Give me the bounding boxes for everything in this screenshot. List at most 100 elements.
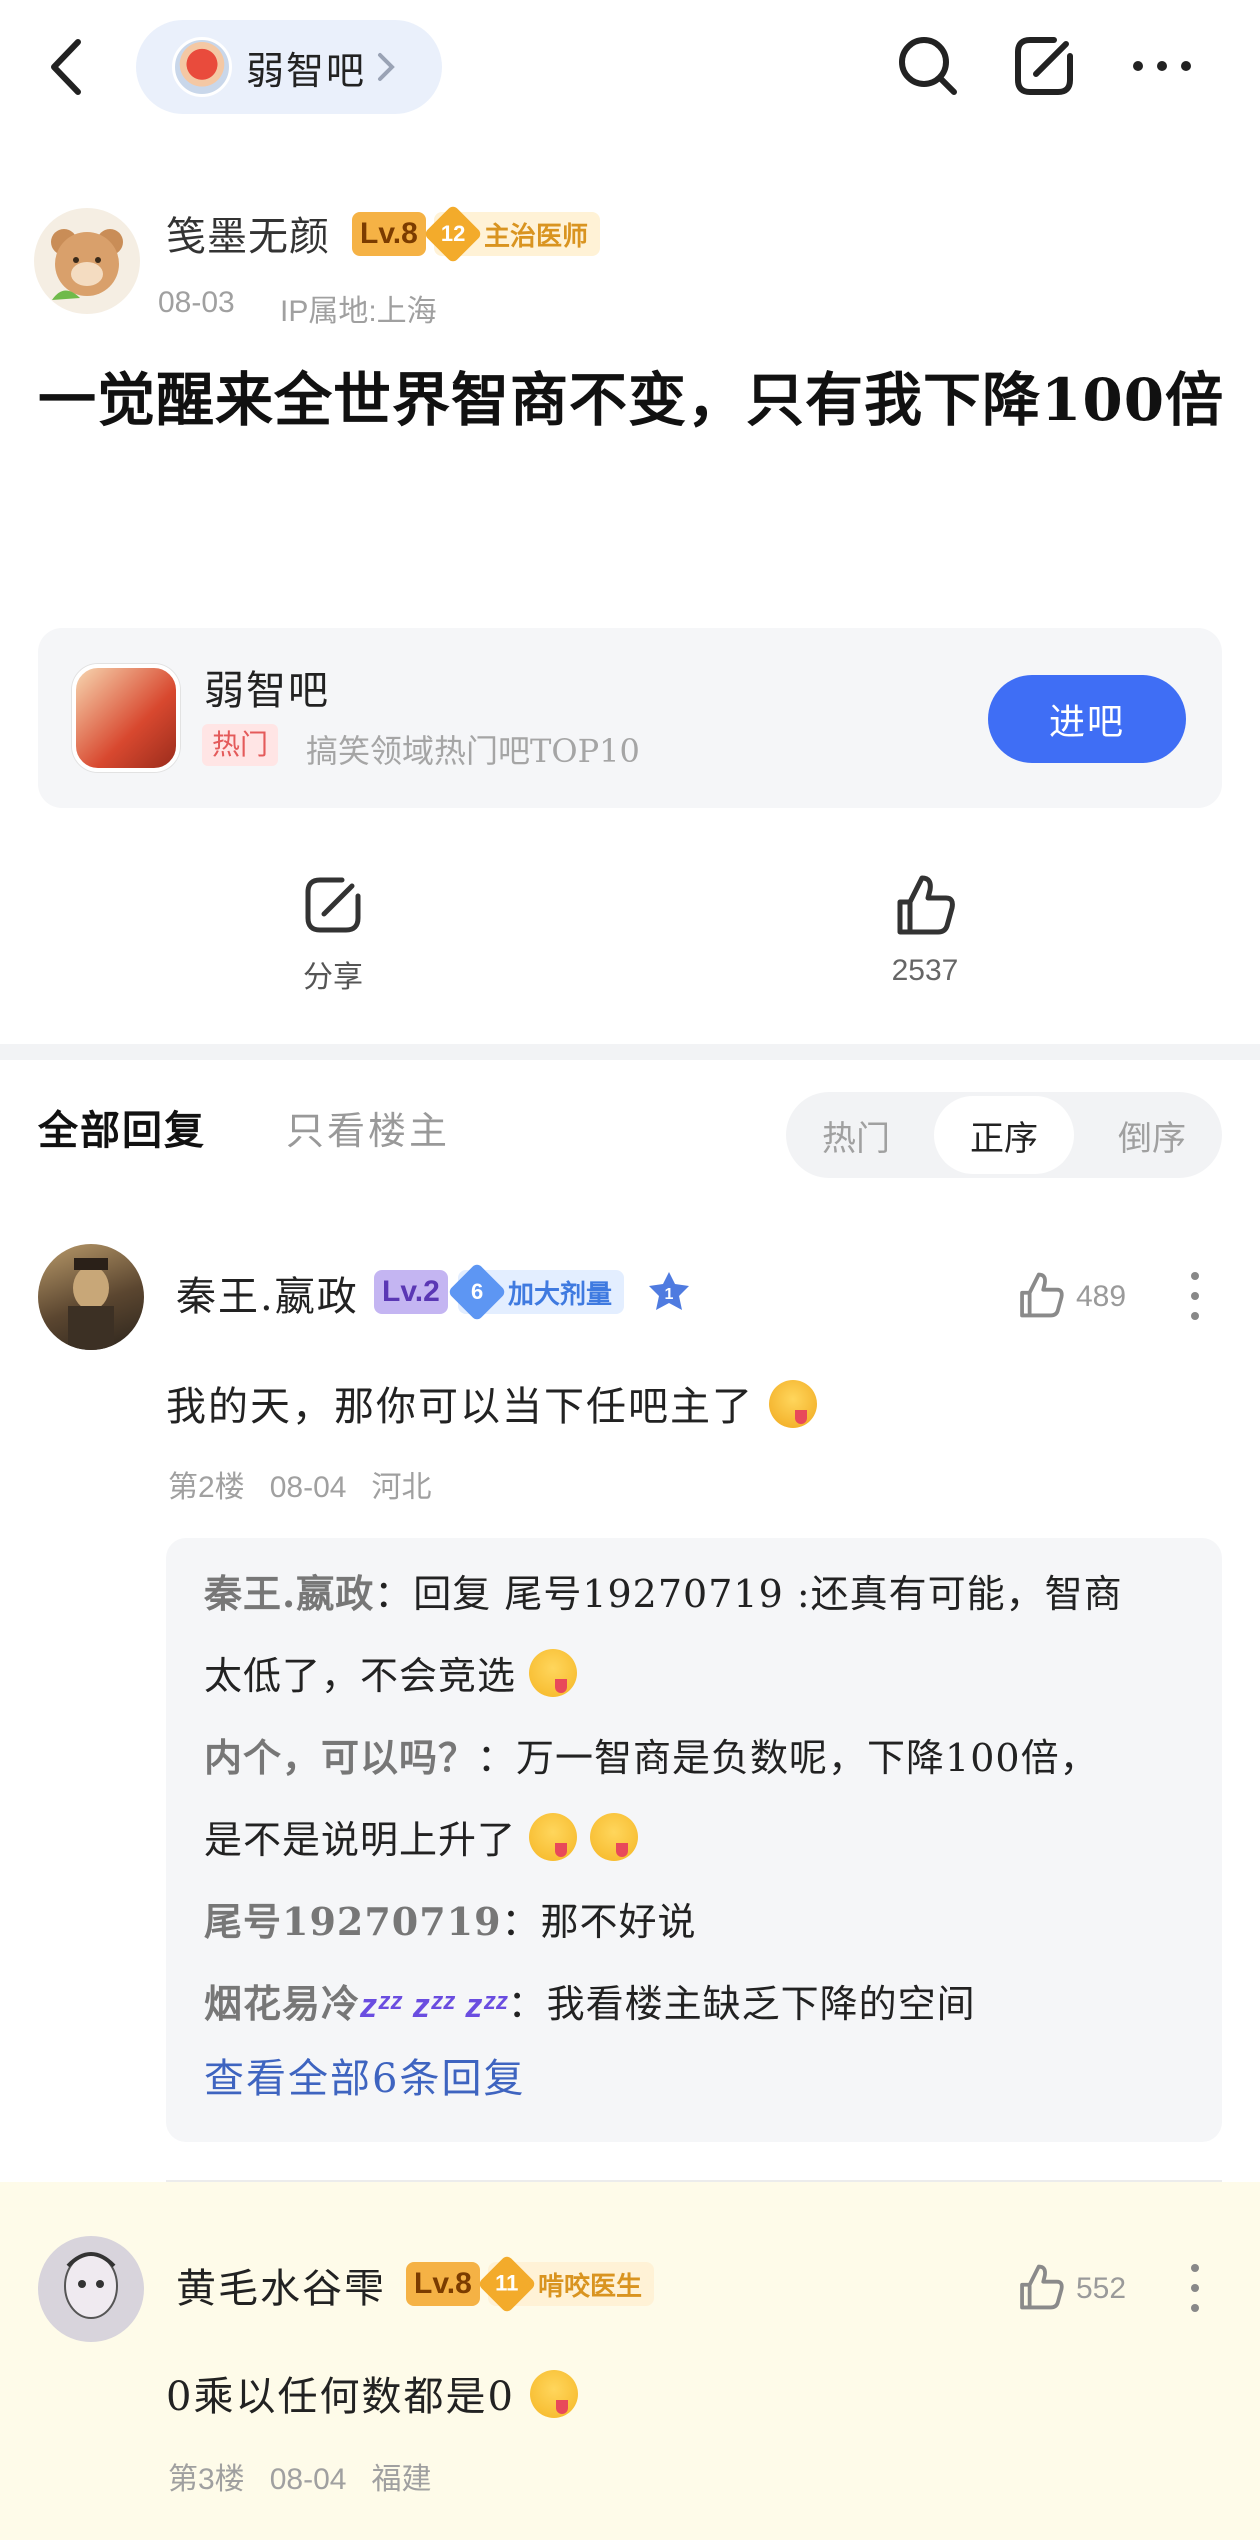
sub-reply-text: 万一智商是负数呢，下降100倍， [516, 1736, 1099, 1780]
sub-reply: 烟花易冷zᶻᶻ zᶻᶻ zᶻᶻ：我看楼主缺乏下降的空间 [204, 1974, 976, 2036]
post-like-count: 2537 [891, 954, 959, 987]
sub-reply-user[interactable]: 尾号19270719 [204, 1899, 502, 1944]
tab-all-replies[interactable]: 全部回复 [38, 1098, 206, 1156]
reply-location: 福建 [371, 2463, 432, 2496]
reply-avatar[interactable] [38, 2236, 144, 2342]
share-label: 分享 [303, 960, 363, 995]
post-ip: IP属地:上海 [280, 295, 437, 328]
sort-hot[interactable]: 热门 [786, 1092, 926, 1178]
reply-avatar[interactable] [38, 1244, 144, 1350]
enter-forum-button[interactable]: 进吧 [988, 675, 1186, 763]
hot-tag: 热门 [202, 724, 279, 766]
sub-reply-text: 是不是说明上升了 [204, 1818, 517, 1862]
thumbs-up-icon [1020, 2264, 1064, 2310]
author-title-badge: 12 主治医师 [423, 204, 601, 264]
forum-avatar-small [172, 37, 232, 97]
reply-more-button[interactable] [1180, 1268, 1210, 1324]
reply-title-text: 加大剂量 [508, 1279, 613, 1310]
reply-meta: 第2楼 08-04 河北 [168, 1462, 431, 1506]
reply-date: 08-04 [269, 1471, 347, 1504]
share-button[interactable]: 分享 [268, 872, 398, 1002]
sub-reply: 尾号19270719：那不好说 [204, 1892, 697, 1952]
reply-text-content: 0乘以任何数都是0 [166, 2374, 515, 2420]
sub-reply-cont: 是不是说明上升了 [204, 1810, 639, 1870]
sleep-zzz-icon: zᶻᶻ zᶻᶻ zᶻᶻ [360, 1987, 508, 2025]
reply-like-count: 489 [1076, 1280, 1127, 1313]
view-all-replies-link[interactable]: 查看全部6条回复 [204, 2046, 525, 2104]
reply-like-button[interactable]: 489 [1016, 1268, 1136, 1324]
search-button[interactable] [892, 30, 964, 102]
sub-reply-text: 回复 尾号19270719 :还真有可能，智商 [413, 1572, 1123, 1616]
kebab-icon [1191, 1272, 1199, 1320]
forum-pill-name: 弱智吧 [246, 48, 367, 93]
reply-title-badge: 11 啃咬医生 [477, 2254, 655, 2314]
reply-more-button[interactable] [1180, 2260, 1210, 2316]
section-separator [0, 1044, 1260, 1060]
forum-pill[interactable]: 弱智吧 [136, 20, 442, 114]
sub-reply-text: 我看楼主缺乏下降的空间 [546, 1982, 976, 2026]
tab-owner-only[interactable]: 只看楼主 [286, 1100, 450, 1155]
back-button[interactable] [40, 30, 100, 105]
back-icon [51, 39, 81, 95]
forum-card[interactable]: 弱智吧 热门 搞笑领域热门吧TOP10 进吧 [38, 628, 1222, 808]
yum-emoji-icon [529, 2370, 578, 2418]
sub-reply-user[interactable]: 烟花易冷 [204, 1981, 360, 2026]
author-name[interactable]: 笺墨无颜 [166, 204, 330, 262]
yum-emoji-icon [590, 1813, 639, 1861]
edit-button[interactable] [1008, 30, 1080, 102]
sub-reply-box[interactable]: 秦王.嬴政：回复 尾号19270719 :还真有可能，智商 太低了，不会竞选 内… [166, 1538, 1222, 2142]
post-title: 一觉醒来全世界智商不变，只有我下降100倍 [38, 366, 1225, 434]
forum-card-desc: 搞笑领域热门吧TOP10 [306, 732, 640, 770]
reply-level-badge: Lv.2 [374, 1270, 448, 1314]
sub-reply-sep: ： [507, 1982, 547, 2026]
yum-emoji-icon [529, 1649, 578, 1697]
chevron-right-icon [378, 53, 395, 81]
title-rank-diamond: 12 [423, 204, 483, 264]
reply-level-badge: Lv.8 [406, 2262, 480, 2306]
kebab-icon [1191, 2264, 1199, 2312]
sub-reply-user[interactable]: 秦王.嬴政 [204, 1571, 374, 1616]
author-level-badge: Lv.8 [352, 212, 426, 256]
sub-reply-text: 那不好说 [540, 1900, 697, 1944]
sort-asc[interactable]: 正序 [934, 1096, 1074, 1174]
forum-card-name: 弱智吧 [204, 668, 330, 714]
reply-text: 0乘以任何数都是0 [166, 2364, 578, 2422]
sub-reply-sep: ： [501, 1900, 541, 1944]
sub-reply: 内个，可以吗？：万一智商是负数呢，下降100倍， [204, 1728, 1099, 1788]
reply-date: 08-04 [269, 2463, 347, 2496]
edit-icon [1015, 37, 1073, 95]
post-date: 08-03 [158, 286, 235, 319]
more-button[interactable] [1126, 30, 1198, 102]
rank-medal-icon: 1 [646, 1270, 692, 1314]
search-icon [899, 37, 957, 95]
reply-text: 我的天，那你可以当下任吧主了 [166, 1374, 817, 1432]
author-title-text: 主治医师 [484, 221, 589, 252]
author-avatar[interactable] [34, 208, 140, 314]
yum-emoji-icon [529, 1813, 578, 1861]
reply-floor: 第2楼 [168, 1471, 245, 1504]
post-like-button[interactable]: 2537 [860, 872, 990, 1002]
reply-floor: 第3楼 [168, 2463, 245, 2496]
share-icon [305, 877, 361, 933]
sub-reply-user[interactable]: 内个，可以吗？ [204, 1735, 477, 1780]
thumbs-up-icon [1020, 1272, 1064, 1318]
reply-meta: 第3楼 08-04 福建 [168, 2454, 431, 2498]
thinking-emoji-icon [768, 1380, 817, 1428]
more-icon [1133, 61, 1191, 71]
reply-like-count: 552 [1076, 2272, 1127, 2305]
reply-title-text: 啃咬医生 [538, 2271, 643, 2302]
sub-reply-cont: 太低了，不会竞选 [204, 1646, 578, 1706]
sub-reply: 秦王.嬴政：回复 尾号19270719 :还真有可能，智商 [204, 1564, 1123, 1624]
reply-like-button[interactable]: 552 [1016, 2260, 1136, 2316]
reply-author-name[interactable]: 黄毛水谷雫 [176, 2256, 386, 2314]
sub-reply-sep: ： [477, 1736, 517, 1780]
sort-desc[interactable]: 倒序 [1082, 1092, 1222, 1178]
reply-location: 河北 [371, 1471, 432, 1504]
reply-title-badge: 6 加大剂量 [447, 1262, 625, 1322]
sort-switch: 热门 正序 倒序 [786, 1092, 1222, 1178]
thumbs-up-icon [897, 875, 955, 935]
reply-author-name[interactable]: 秦王.嬴政 [176, 1264, 359, 1322]
reply-text-content: 我的天，那你可以当下任吧主了 [166, 1384, 754, 1430]
rank-medal-number: 1 [665, 1286, 674, 1303]
forum-avatar [72, 664, 180, 772]
